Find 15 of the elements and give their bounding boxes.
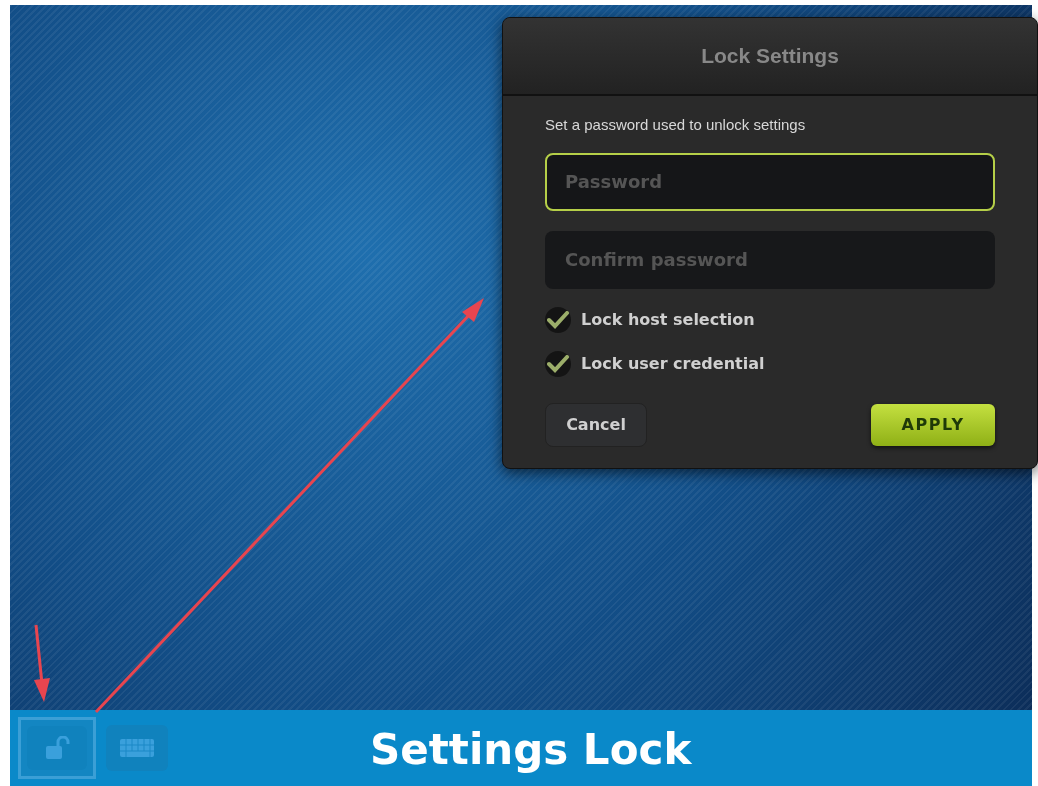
cancel-button[interactable]: Cancel	[545, 402, 647, 447]
checkbox[interactable]	[545, 306, 571, 333]
caption-title: Settings Lock	[370, 724, 692, 776]
password-field[interactable]: Confirm password	[545, 230, 995, 289]
option-label: Lock host selection	[581, 308, 755, 331]
password-field[interactable]: Password	[545, 152, 995, 211]
dialog-title: Lock Settings	[701, 43, 839, 70]
option-label: Lock user credential	[581, 352, 765, 375]
keyboard-icon	[120, 739, 154, 757]
apply-button[interactable]: APPLY	[871, 403, 995, 446]
checkmark-icon	[547, 354, 569, 373]
instruction-text: Set a password used to unlock settings	[545, 115, 807, 135]
checkmark-icon	[547, 310, 569, 329]
unlocked-padlock-icon	[44, 736, 70, 760]
checkbox[interactable]	[545, 350, 571, 377]
